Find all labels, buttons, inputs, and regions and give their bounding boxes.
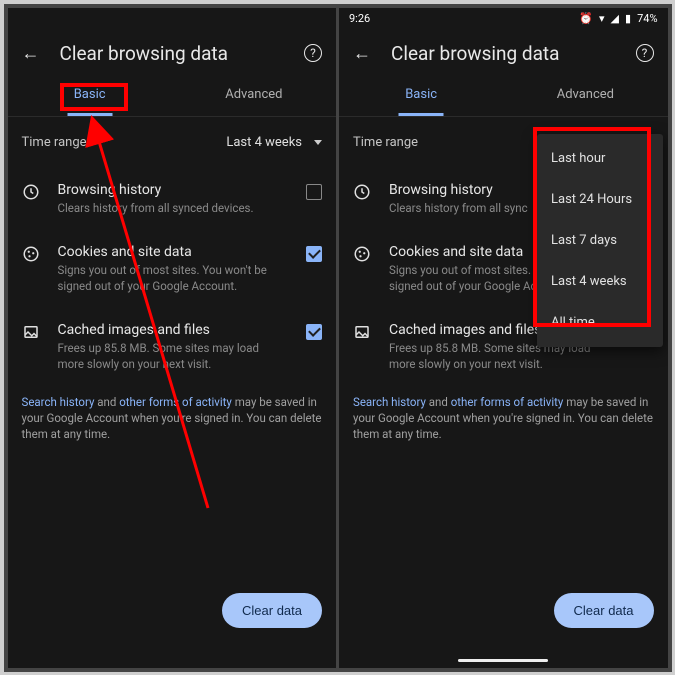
clear-data-button[interactable]: Clear data: [222, 593, 322, 628]
tab-advanced[interactable]: Advanced: [172, 73, 336, 116]
item-title: Cookies and site data: [58, 244, 289, 260]
clock-icon: [22, 183, 40, 201]
menu-item[interactable]: Last 4 weeks: [537, 261, 663, 302]
status-bar: 9:26 ⏰ ▾ ◢ ▮ 74%: [339, 8, 668, 30]
wifi-icon: ▾: [599, 12, 605, 25]
battery-icon: ▮: [625, 12, 631, 25]
image-icon: [22, 323, 40, 341]
app-bar: ← Clear browsing data ?: [8, 30, 337, 73]
time-range-label: Time range: [353, 135, 418, 150]
clock-icon: [353, 183, 371, 201]
help-icon[interactable]: ?: [636, 44, 654, 62]
menu-item[interactable]: Last 24 Hours: [537, 179, 663, 220]
signal-icon: ◢: [611, 12, 619, 25]
status-time: 9:26: [349, 12, 370, 25]
menu-item[interactable]: Last hour: [537, 138, 663, 179]
tab-basic[interactable]: Basic: [8, 73, 172, 116]
back-icon[interactable]: ←: [22, 43, 40, 64]
time-range-dropdown[interactable]: Last 4 weeks: [226, 135, 322, 150]
alarm-icon: ⏰: [579, 12, 593, 25]
search-history-link[interactable]: Search history: [22, 395, 95, 409]
activity-link[interactable]: other forms of activity: [451, 395, 564, 409]
footnote: Search history and other forms of activi…: [8, 386, 337, 450]
page-title: Clear browsing data: [60, 42, 285, 65]
time-range-menu: Last hour Last 24 Hours Last 7 days Last…: [537, 134, 663, 347]
menu-item[interactable]: Last 7 days: [537, 220, 663, 261]
item-title: Browsing history: [58, 182, 289, 198]
tab-basic[interactable]: Basic: [339, 73, 503, 116]
search-history-link[interactable]: Search history: [353, 395, 426, 409]
activity-link[interactable]: other forms of activity: [119, 395, 232, 409]
menu-item[interactable]: All time: [537, 302, 663, 343]
cookie-icon: [353, 245, 371, 263]
item-sub: Frees up 85.8 MB. Some sites may load mo…: [58, 341, 289, 372]
list-item[interactable]: Browsing history Clears history from all…: [8, 168, 337, 231]
item-title: Cached images and files: [58, 322, 289, 338]
checkbox[interactable]: [306, 184, 322, 200]
battery-text: 74%: [637, 12, 657, 25]
help-icon[interactable]: ?: [304, 44, 322, 62]
item-sub: Signs you out of most sites. You won't b…: [58, 263, 289, 294]
home-indicator: [458, 659, 548, 662]
time-range-label: Time range: [22, 135, 87, 150]
status-bar: [8, 8, 337, 30]
phone-left: ← Clear browsing data ? Basic Advanced T…: [8, 8, 337, 668]
footnote: Search history and other forms of activi…: [339, 386, 668, 450]
app-bar: ← Clear browsing data ?: [339, 30, 668, 73]
list-item[interactable]: Cached images and files Frees up 85.8 MB…: [8, 308, 337, 386]
caret-down-icon: [314, 140, 322, 145]
checkbox[interactable]: [306, 246, 322, 262]
cookie-icon: [22, 245, 40, 263]
checkbox[interactable]: [306, 324, 322, 340]
phone-right: 9:26 ⏰ ▾ ◢ ▮ 74% ← Clear browsing data ?…: [339, 8, 668, 668]
image-icon: [353, 323, 371, 341]
back-icon[interactable]: ←: [353, 43, 371, 64]
item-sub: Clears history from all synced devices.: [58, 201, 289, 217]
list-item[interactable]: Cookies and site data Signs you out of m…: [8, 230, 337, 308]
tab-advanced[interactable]: Advanced: [503, 73, 667, 116]
page-title: Clear browsing data: [391, 42, 616, 65]
clear-data-button[interactable]: Clear data: [554, 593, 654, 628]
